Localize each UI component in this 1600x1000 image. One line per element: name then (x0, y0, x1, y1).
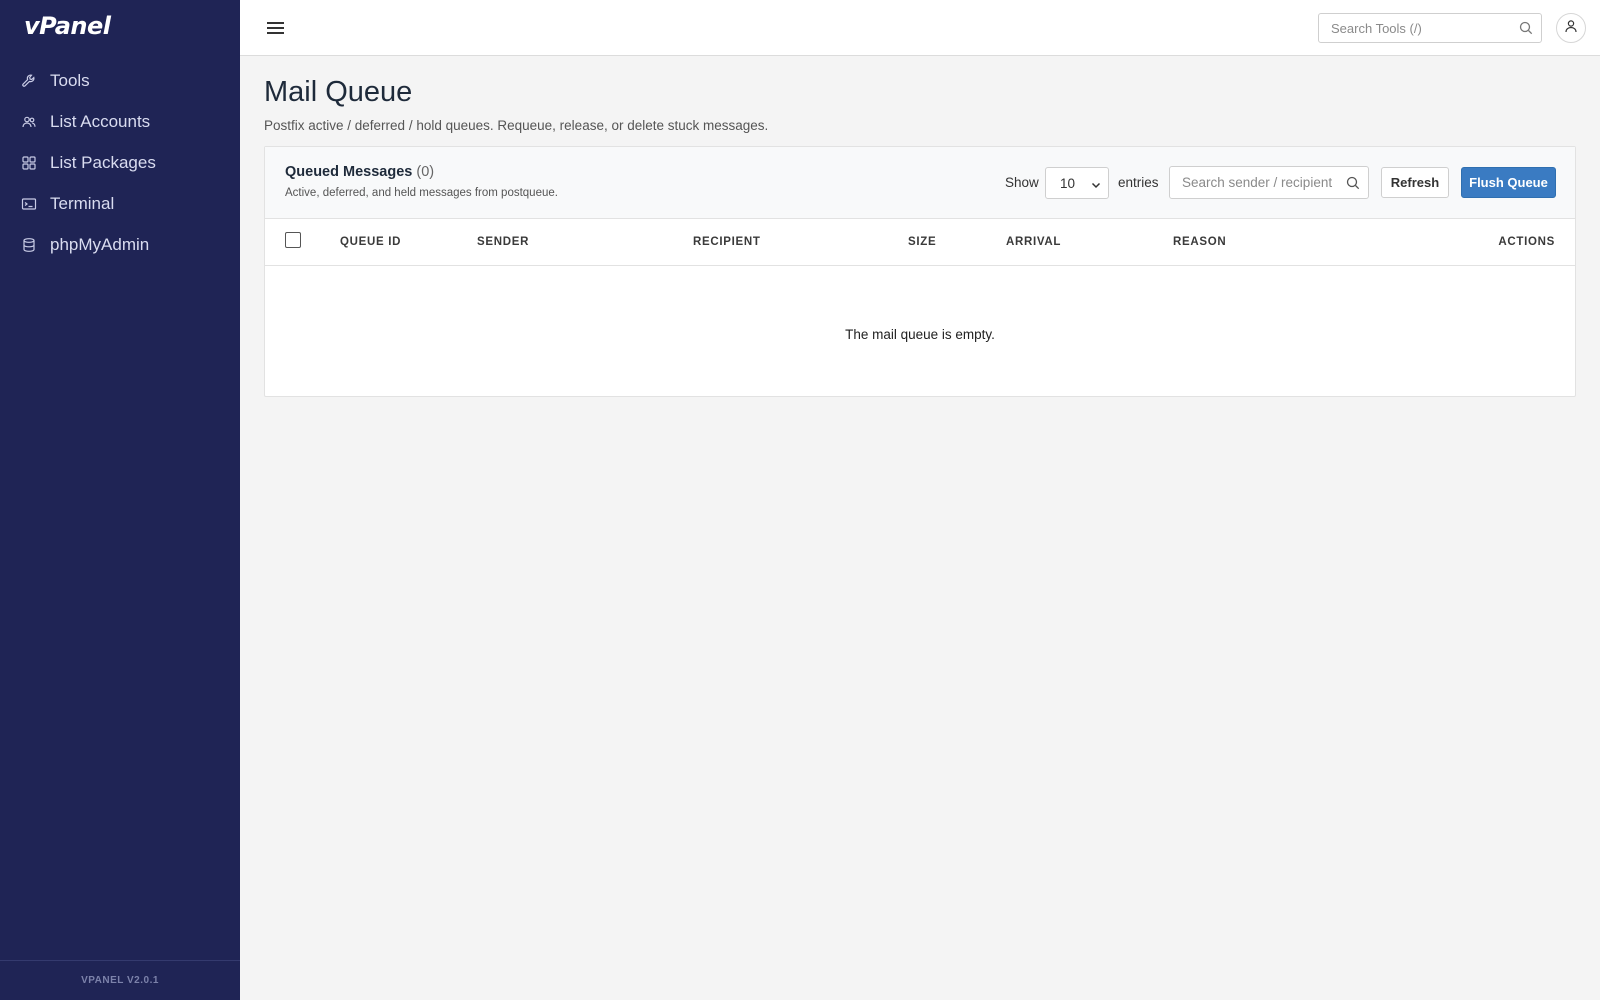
sidebar-item-list-packages[interactable]: List Packages (0, 142, 240, 183)
entries-per-page-select[interactable]: 10 (1045, 167, 1109, 199)
sidebar-item-label: Terminal (50, 193, 115, 213)
column-header-arrival[interactable]: ARRIVAL (1006, 236, 1061, 248)
user-avatar-button[interactable] (1556, 13, 1586, 43)
sidebar-item-label: List Accounts (50, 111, 151, 131)
column-header-sender[interactable]: SENDER (477, 236, 529, 248)
grid-icon (20, 154, 38, 172)
refresh-button[interactable]: Refresh (1381, 167, 1449, 198)
card-title: Queued Messages (0) (285, 164, 434, 180)
sidebar-item-terminal[interactable]: Terminal (0, 183, 240, 224)
users-icon (20, 113, 38, 131)
column-header-queue-id[interactable]: QUEUE ID (340, 236, 401, 248)
vpanel-logo[interactable]: vPanel (24, 12, 111, 40)
card-title-text: Queued Messages (285, 164, 413, 180)
tools-search-input[interactable] (1319, 14, 1509, 42)
card-header: Queued Messages (0) Active, deferred, an… (265, 147, 1575, 219)
sidebar-item-label: Tools (50, 70, 90, 90)
column-header-actions: ACTIONS (1498, 236, 1555, 248)
tools-search-box (1318, 13, 1542, 43)
empty-queue-message: The mail queue is empty. (845, 327, 995, 342)
wrench-icon (20, 72, 38, 90)
search-icon[interactable] (1519, 21, 1533, 35)
terminal-icon (20, 195, 38, 213)
column-header-reason[interactable]: REASON (1173, 236, 1226, 248)
user-icon (1564, 19, 1578, 38)
sidebar-item-list-accounts[interactable]: List Accounts (0, 101, 240, 142)
topbar (240, 0, 1600, 56)
sidebar-item-tools[interactable]: Tools (0, 60, 240, 101)
show-label: Show (1005, 175, 1039, 190)
chevron-down-icon (1091, 178, 1101, 189)
menu-toggle-icon[interactable] (265, 17, 287, 39)
sidebar: vPanel Tools List Accounts List Packages… (0, 0, 240, 1000)
card-description: Active, deferred, and held messages from… (285, 187, 558, 199)
sidebar-item-label: phpMyAdmin (50, 234, 150, 254)
sidebar-item-label: List Packages (50, 152, 156, 172)
message-search-box (1169, 166, 1369, 199)
message-count: (0) (416, 164, 435, 180)
flush-queue-button[interactable]: Flush Queue (1461, 167, 1556, 198)
table-header: QUEUE ID SENDER RECIPIENT SIZE ARRIVAL R… (265, 219, 1575, 266)
search-icon[interactable] (1346, 176, 1360, 190)
version-label: VPANEL V2.0.1 (0, 960, 240, 1000)
sender-recipient-search-input[interactable] (1170, 167, 1340, 198)
database-icon (20, 236, 38, 254)
sidebar-item-phpmyadmin[interactable]: phpMyAdmin (0, 224, 240, 265)
sidebar-nav: Tools List Accounts List Packages Termin… (0, 60, 240, 265)
entries-value: 10 (1060, 175, 1076, 191)
entries-label: entries (1118, 175, 1159, 190)
column-header-recipient[interactable]: RECIPIENT (693, 236, 761, 248)
select-all-checkbox[interactable] (285, 232, 301, 248)
column-header-size[interactable]: SIZE (908, 236, 936, 248)
queued-messages-card: Queued Messages (0) Active, deferred, an… (264, 146, 1576, 397)
page-subtitle: Postfix active / deferred / hold queues.… (264, 118, 769, 133)
page-title: Mail Queue (264, 76, 413, 108)
